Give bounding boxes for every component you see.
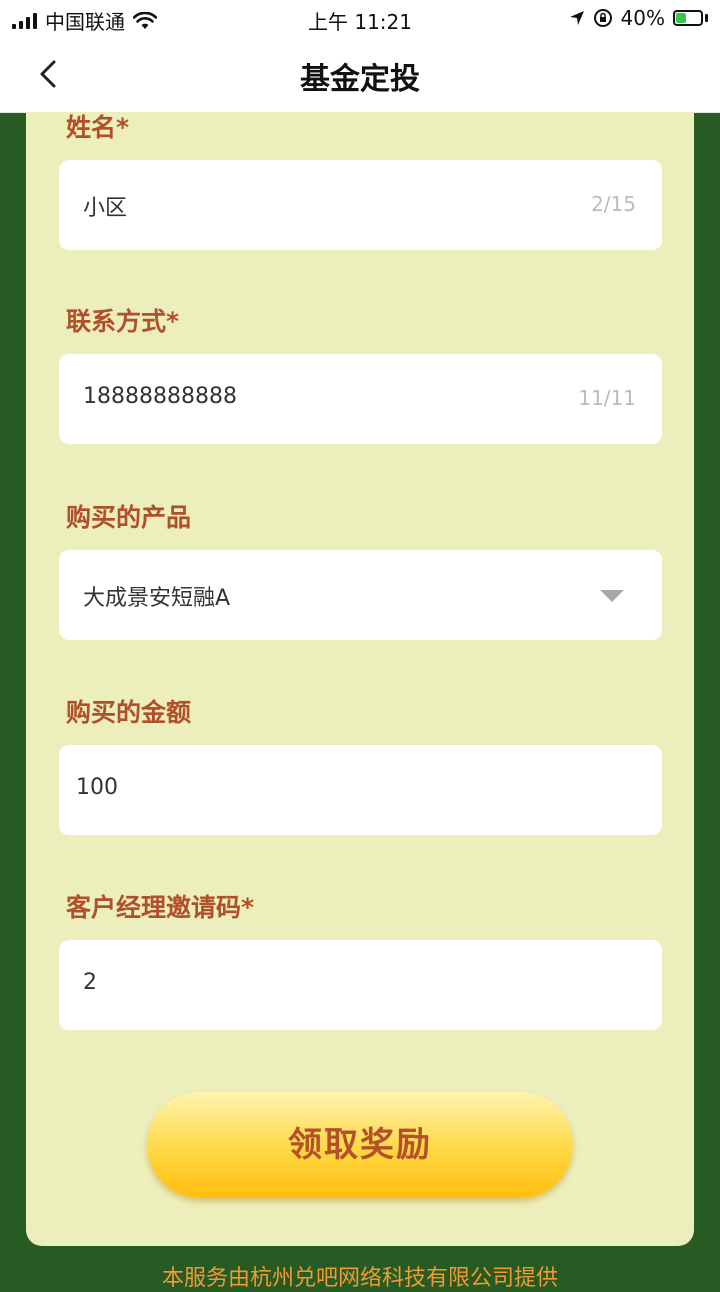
name-char-counter: 2/15	[591, 192, 636, 216]
form-card: 姓名* 小区 2/15 联系方式* 18888888888 11/11 购买的产…	[26, 112, 694, 1246]
battery-icon	[673, 10, 708, 26]
battery-percent: 40%	[620, 6, 665, 30]
footer-provider-text: 本服务由杭州兑吧网络科技有限公司提供	[161, 1266, 558, 1291]
claim-reward-button[interactable]: 领取奖励	[147, 1092, 573, 1198]
contact-input[interactable]: 18888888888 11/11	[59, 354, 662, 444]
name-value: 小区	[83, 196, 128, 221]
name-label: 姓名*	[66, 113, 130, 142]
contact-label: 联系方式*	[66, 307, 180, 336]
location-arrow-icon	[569, 11, 584, 25]
product-value: 大成景安短融A	[83, 586, 231, 611]
contact-char-counter: 11/11	[578, 386, 636, 410]
invite-code-label: 客户经理邀请码*	[66, 893, 255, 922]
amount-label: 购买的金额	[66, 698, 192, 727]
product-label: 购买的产品	[66, 503, 192, 532]
invite-code-input[interactable]: 2	[59, 940, 662, 1030]
name-input[interactable]: 小区 2/15	[59, 160, 662, 250]
rotation-lock-icon	[593, 9, 612, 27]
amount-value: 100	[76, 775, 118, 800]
product-select[interactable]: 大成景安短融A	[59, 550, 662, 640]
page-title: 基金定投	[300, 62, 420, 97]
dropdown-arrow-icon	[600, 590, 624, 602]
status-bar: 中国联通 上午 11:21 40%	[0, 0, 720, 36]
amount-input[interactable]: 100	[59, 745, 662, 835]
contact-value: 18888888888	[83, 384, 237, 409]
invite-code-value: 2	[83, 970, 97, 995]
nav-bar: 基金定投	[0, 36, 720, 113]
status-right: 40%	[569, 6, 708, 30]
